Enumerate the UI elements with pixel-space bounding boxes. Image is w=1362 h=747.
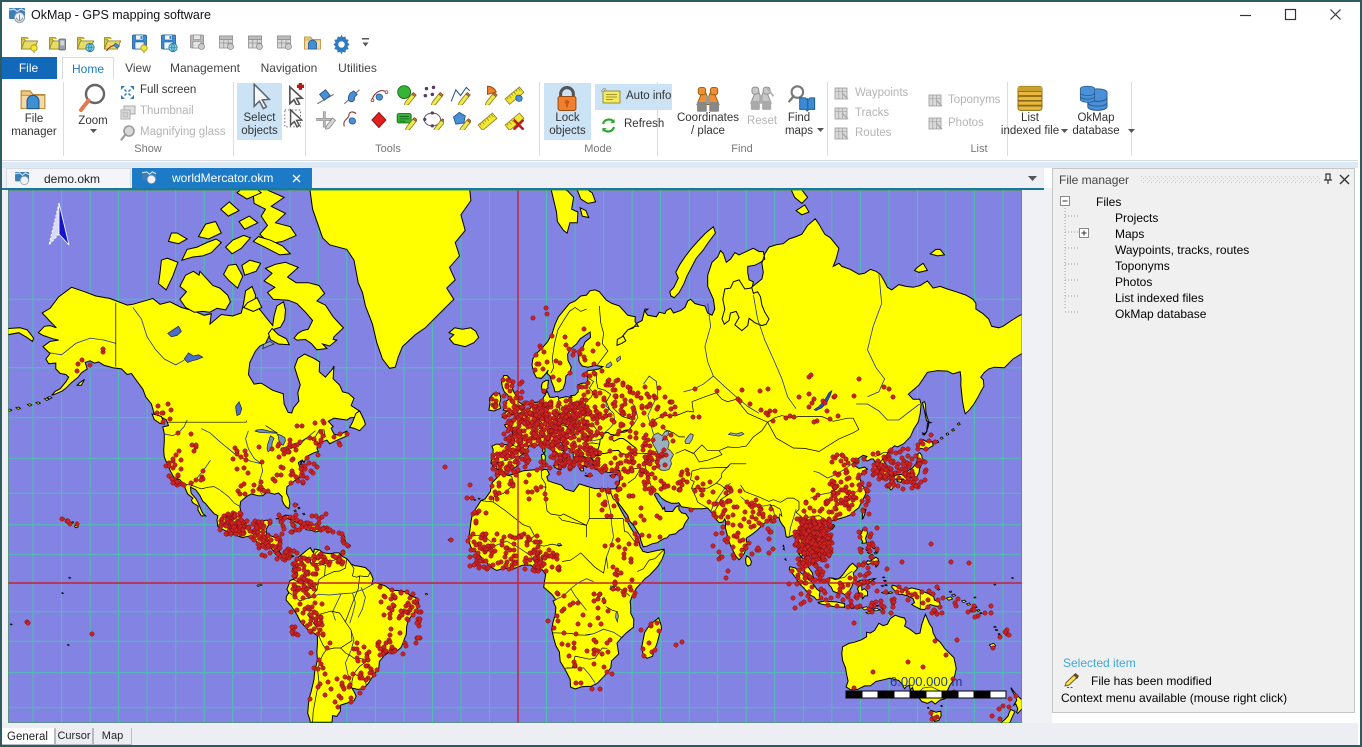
svg-text:6.000.000 m: 6.000.000 m xyxy=(890,674,962,689)
